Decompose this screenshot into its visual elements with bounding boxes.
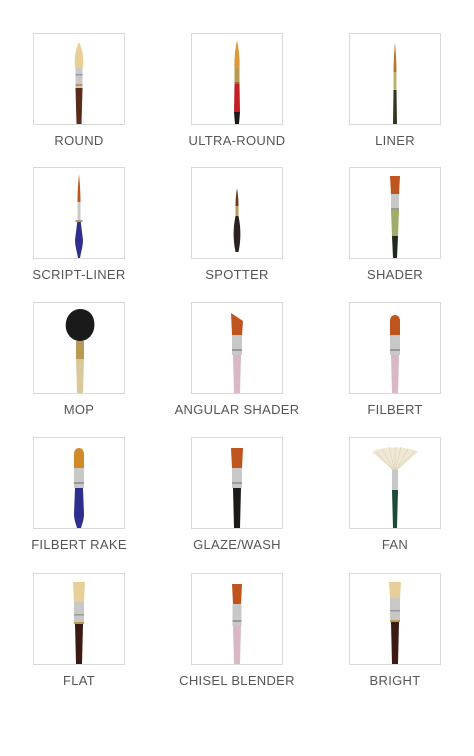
brush-label: ROUND [54, 133, 104, 148]
bright-brush-icon [389, 582, 401, 664]
filbert-rake-brush-icon [74, 448, 84, 528]
brush-image-frame [191, 302, 283, 394]
brush-image-frame [33, 302, 125, 394]
brush-card-liner: LINER [316, 33, 474, 149]
brush-label: FILBERT RAKE [31, 537, 127, 552]
brush-card-flat: FLAT [0, 573, 158, 689]
brush-image-frame [191, 33, 283, 125]
shader-brush-icon [390, 176, 400, 258]
brush-label: FILBERT [367, 402, 423, 417]
brush-card-script-liner: SCRIPT-LINER [0, 167, 158, 283]
brush-image-frame [33, 167, 125, 259]
brush-image-frame [191, 573, 283, 665]
brush-image-frame [349, 437, 441, 529]
brush-image-frame [33, 573, 125, 665]
brush-card-shader: SHADER [316, 167, 474, 283]
brush-label: ANGULAR SHADER [174, 402, 300, 417]
script-liner-brush-icon [75, 174, 83, 258]
brush-label: FLAT [62, 673, 96, 688]
brush-image-frame [191, 167, 283, 259]
flat-brush-icon [73, 582, 85, 664]
brush-label: ULTRA-ROUND [188, 133, 286, 148]
brush-image-frame [33, 437, 125, 529]
chisel-blender-brush-icon [232, 584, 242, 664]
brush-card-glaze-wash: GLAZE/WASH [158, 437, 316, 553]
spotter-brush-icon [233, 188, 241, 252]
brush-card-filbert-rake: FILBERT RAKE [0, 437, 158, 553]
brush-image-frame [349, 573, 441, 665]
brush-card-chisel-blender: CHISEL BLENDER [158, 573, 316, 689]
brush-card-angular-shader: ANGULAR SHADER [158, 302, 316, 418]
brush-label: MOP [63, 402, 95, 417]
angular-shader-brush-icon [231, 313, 243, 393]
brush-card-bright: BRIGHT [316, 573, 474, 689]
brush-label: LINER [375, 133, 415, 148]
brush-image-frame [349, 302, 441, 394]
brush-label: CHISEL BLENDER [179, 673, 295, 688]
brush-card-filbert: FILBERT [316, 302, 474, 418]
brush-label: BRIGHT [369, 673, 421, 688]
brush-label: SHADER [367, 267, 423, 282]
fan-brush-icon [372, 446, 418, 528]
brush-card-round: ROUND [0, 33, 158, 149]
brush-image-frame [191, 437, 283, 529]
brush-card-spotter: SPOTTER [158, 167, 316, 283]
brush-image-frame [33, 33, 125, 125]
liner-brush-icon [393, 42, 397, 124]
brush-image-frame [349, 167, 441, 259]
brush-card-mop: MOP [0, 302, 158, 418]
round-brush-icon [74, 42, 84, 124]
glaze-wash-brush-icon [231, 448, 243, 528]
ultra-round-brush-icon [234, 40, 240, 124]
brush-label: GLAZE/WASH [193, 537, 281, 552]
brush-card-ultra-round: ULTRA-ROUND [158, 33, 316, 149]
brush-label: SPOTTER [205, 267, 269, 282]
brush-card-fan: FAN [316, 437, 474, 553]
filbert-brush-icon [390, 315, 400, 393]
brush-image-frame [349, 33, 441, 125]
mop-brush-icon [65, 309, 95, 393]
brush-label: SCRIPT-LINER [32, 267, 126, 282]
brush-label: FAN [381, 537, 409, 552]
